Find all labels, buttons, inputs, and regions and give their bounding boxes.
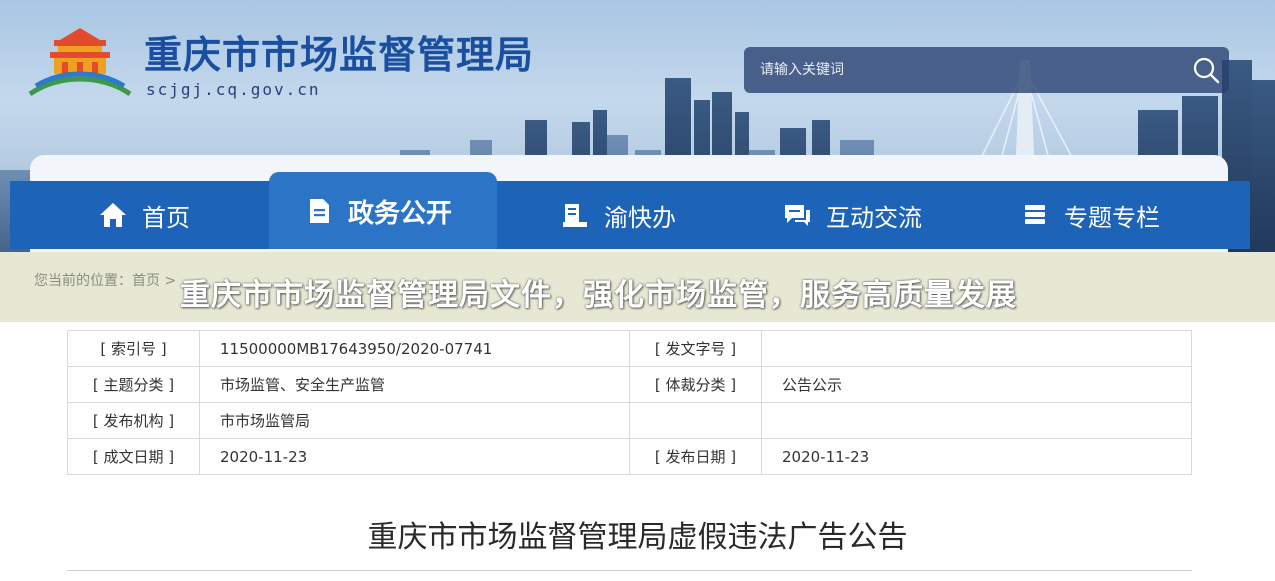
breadcrumb-home-link[interactable]: 首页 [132,273,160,289]
meta-key [629,402,762,439]
meta-key: [ 发布机构 ] [67,402,200,439]
search-input[interactable] [744,47,1174,93]
main-nav: 首页 政务公开 渝快办 互动交流 专题专栏 [10,172,1250,249]
nav-item-label: 政务公开 [348,198,453,229]
stack-icon [1025,205,1045,224]
meta-key: [ 成文日期 ] [67,438,200,475]
table-row: [ 发布机构 ] 市市场监管局 [67,402,1192,439]
meta-value [761,402,1192,439]
meta-key: [ 发文字号 ] [629,330,762,367]
meta-value: 11500000MB17643950/2020-07741 [199,330,630,367]
nav-item-interaction[interactable]: 互动交流 [782,181,922,249]
nav-item-yukuaiban[interactable]: 渝快办 [560,181,676,249]
table-row: [ 成文日期 ] 2020-11-23 [ 发布日期 ] 2020-11-23 [67,438,1192,475]
tiananmen-logo-icon [28,28,132,97]
meta-value: 2020-11-23 [199,438,630,475]
breadcrumb: 您当前的位置：首页 > [34,270,176,290]
nav-item-label: 专题专栏 [1064,203,1160,232]
meta-value: 市市场监管局 [199,402,630,439]
nav-item-government-affairs[interactable]: 政务公开 [304,177,452,245]
meta-value: 2020-11-23 [761,438,1192,475]
document-icon [310,199,329,223]
document-title: 重庆市市场监督管理局虚假违法广告公告 [367,520,908,555]
meta-value: 公告公示 [761,366,1192,403]
nav-item-label: 渝快办 [604,203,676,232]
home-icon [100,203,126,227]
meta-key: [ 主题分类 ] [67,366,200,403]
nav-item-home[interactable]: 首页 [98,181,190,249]
meta-value: 市场监管、安全生产监管 [199,366,630,403]
search-icon[interactable] [1191,55,1221,85]
meta-key: [ 发布日期 ] [629,438,762,475]
nav-item-special-topics[interactable]: 专题专栏 [1020,181,1160,249]
table-row: [ 索引号 ] 11500000MB17643950/2020-07741 [ … [67,330,1192,367]
breadcrumb-prefix: 您当前的位置： [34,273,132,289]
table-row: [ 主题分类 ] 市场监管、安全生产监管 [ 体裁分类 ] 公告公示 [67,366,1192,403]
nav-item-label: 互动交流 [826,203,922,232]
breadcrumb-separator: > [160,273,177,289]
service-icon [563,204,587,227]
search-box [744,47,1229,93]
headline-banner: 重庆市市场监督管理局文件，强化市场监管，服务高质量发展 [180,278,1017,313]
document-metadata-table: [ 索引号 ] 11500000MB17643950/2020-07741 [ … [67,330,1192,475]
chat-icon [785,205,810,226]
meta-key: [ 体裁分类 ] [629,366,762,403]
divider [67,570,1192,571]
site-title: 重庆市市场监督管理局 [144,33,535,77]
site-domain: scjgj.cq.gov.cn [146,80,321,99]
meta-key: [ 索引号 ] [67,330,200,367]
nav-item-label: 首页 [142,203,190,232]
meta-value [761,330,1192,367]
